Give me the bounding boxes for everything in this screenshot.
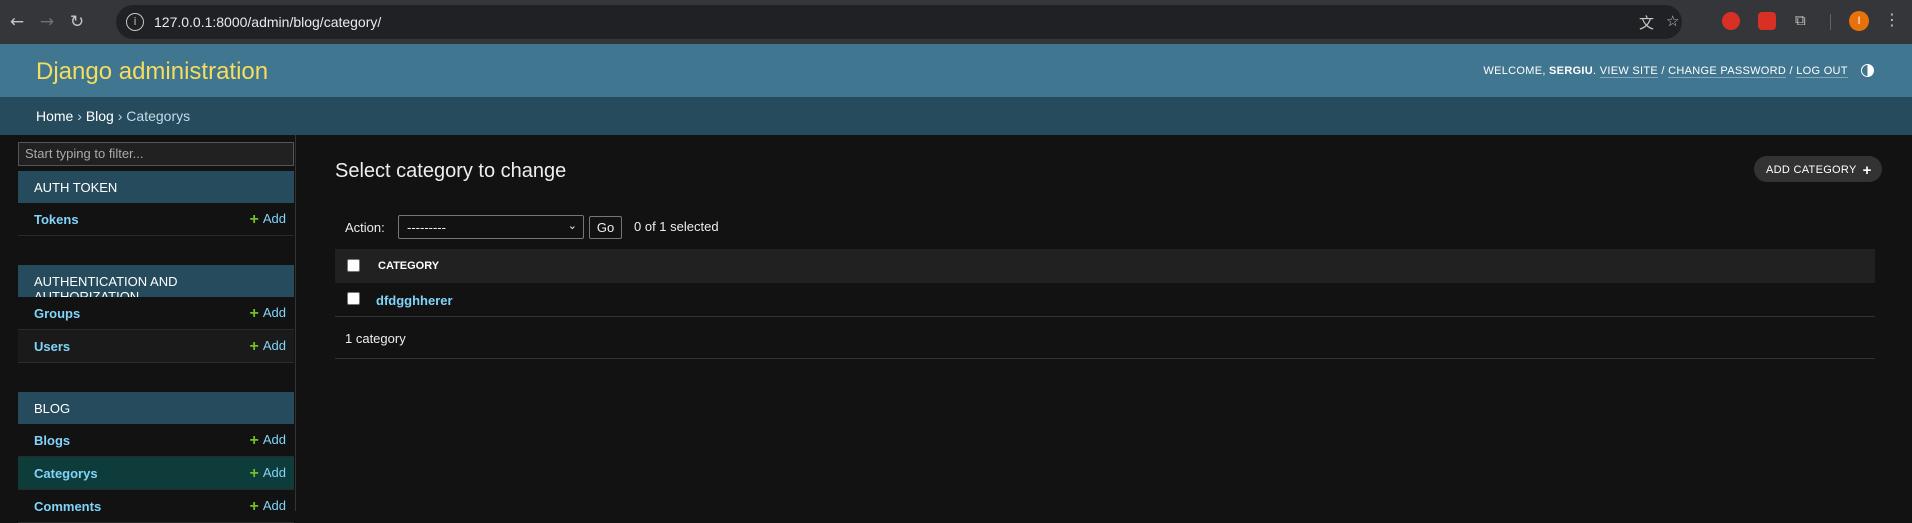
welcome-text: Welcome,	[1483, 65, 1546, 77]
sidebar-item-tokens: Tokens + Add	[18, 203, 294, 236]
category-link[interactable]: dfdgghherer	[376, 293, 453, 308]
module-caption-auth-token[interactable]: Auth Token	[18, 171, 294, 203]
site-info-icon[interactable]: i	[126, 13, 144, 31]
translate-icon[interactable]: 文	[1639, 12, 1654, 33]
module-caption-blog[interactable]: Blog	[18, 392, 294, 424]
selection-counter: 0 of 1 selected	[634, 219, 719, 234]
add-categorys-link[interactable]: + Add	[250, 465, 286, 483]
paginator: 1 category	[335, 317, 1875, 359]
extension-media-icon[interactable]	[1758, 12, 1776, 30]
plus-icon: +	[249, 338, 259, 355]
nav-filter-input[interactable]: Start typing to filter...	[18, 142, 294, 166]
breadcrumb-home[interactable]: Home	[36, 108, 73, 124]
sidebar-item-comments: Comments + Add	[18, 490, 294, 523]
select-all-checkbox[interactable]	[347, 259, 360, 272]
plus-icon: +	[249, 465, 259, 482]
sidebar-item-label[interactable]: Groups	[34, 306, 80, 321]
sidebar-item-blogs: Blogs + Add	[18, 424, 294, 457]
site-brand[interactable]: Django administration	[36, 58, 268, 86]
action-selected-value: ---------	[407, 220, 446, 235]
browser-toolbar: ← → ↻ i 127.0.0.1:8000/admin/blog/catego…	[0, 0, 1912, 44]
add-label: Add	[262, 465, 286, 480]
add-label: Add	[262, 305, 286, 320]
sidebar-item-label[interactable]: Categorys	[34, 466, 98, 481]
action-select[interactable]: --------- ⌄	[398, 215, 584, 239]
plus-icon: +	[249, 305, 259, 322]
nav-sidebar: Start typing to filter... Auth Token Tok…	[0, 135, 296, 523]
breadcrumb-separator: ›	[117, 108, 123, 124]
plus-icon: +	[249, 498, 259, 515]
theme-toggle-icon[interactable]	[1861, 64, 1874, 77]
breadcrumb-app[interactable]: Blog	[86, 108, 114, 124]
browser-menu-icon[interactable]: ⋮	[1884, 10, 1900, 29]
sidebar-item-label[interactable]: Tokens	[34, 212, 79, 227]
add-label: Add	[262, 432, 286, 447]
add-tokens-link[interactable]: + Add	[250, 211, 286, 229]
table-row: dfdgghherer	[335, 283, 1875, 317]
add-users-link[interactable]: + Add	[250, 338, 286, 356]
add-category-button[interactable]: Add Category +	[1754, 156, 1882, 182]
action-label: Action:	[345, 220, 385, 235]
sidebar-item-label[interactable]: Comments	[34, 499, 101, 514]
go-button[interactable]: Go	[589, 216, 622, 239]
sidebar-item-users: Users + Add	[18, 330, 294, 363]
column-header-category[interactable]: Category	[378, 260, 439, 272]
chevron-down-icon: ⌄	[567, 219, 577, 232]
add-label: Add	[262, 338, 286, 353]
address-bar[interactable]: i 127.0.0.1:8000/admin/blog/category/ 文 …	[116, 5, 1682, 39]
add-category-label: Add Category	[1766, 164, 1857, 176]
view-site-link[interactable]: View site	[1599, 65, 1659, 78]
add-blogs-link[interactable]: + Add	[250, 432, 286, 450]
log-out-link[interactable]: Log out	[1796, 65, 1848, 78]
module-caption-authentication[interactable]: Authentication and Authorization	[18, 265, 294, 304]
site-header: Django administration Welcome, sergiu. V…	[0, 44, 1912, 97]
add-groups-link[interactable]: + Add	[250, 305, 286, 323]
extension-red-icon[interactable]	[1722, 12, 1740, 30]
page-title: Select category to change	[335, 160, 567, 182]
add-comments-link[interactable]: + Add	[250, 498, 286, 516]
sidebar-item-groups: Groups + Add	[18, 297, 294, 330]
username: sergiu	[1549, 65, 1594, 77]
sidebar-item-label[interactable]: Blogs	[34, 433, 70, 448]
forward-arrow-icon[interactable]: →	[36, 11, 58, 33]
profile-avatar[interactable]: I	[1849, 11, 1869, 31]
breadcrumb-current: Categorys	[126, 108, 191, 124]
results-table-header: Category	[335, 249, 1875, 283]
url-text[interactable]: 127.0.0.1:8000/admin/blog/category/	[154, 14, 381, 30]
add-label: Add	[262, 211, 286, 226]
toolbar-divider	[1830, 14, 1831, 30]
actions-bar: Action: --------- ⌄ Go 0 of 1 selected	[335, 215, 1875, 241]
extensions-puzzle-icon[interactable]: ⧉	[1795, 11, 1806, 29]
breadcrumb-separator: ›	[77, 108, 82, 124]
back-arrow-icon[interactable]: ←	[6, 11, 28, 33]
sidebar-item-categorys: Categorys + Add	[18, 457, 294, 490]
sidebar-item-label[interactable]: Users	[34, 339, 70, 354]
bookmark-star-icon[interactable]: ☆	[1666, 12, 1679, 30]
plus-icon: +	[249, 432, 259, 449]
user-tools: Welcome, sergiu. View site / Change pass…	[1483, 64, 1874, 78]
reload-icon[interactable]: ↻	[66, 11, 88, 33]
change-password-link[interactable]: Change password	[1668, 65, 1787, 78]
plus-icon: +	[1862, 162, 1872, 179]
row-checkbox[interactable]	[347, 292, 360, 305]
plus-icon: +	[249, 211, 259, 228]
breadcrumb: Home › Blog › Categorys	[0, 97, 1912, 135]
